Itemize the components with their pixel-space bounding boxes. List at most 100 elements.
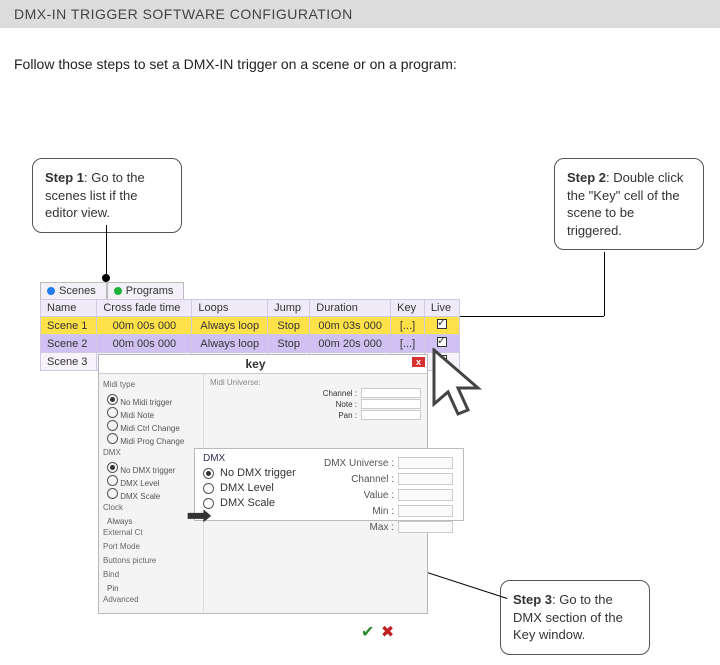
opt-label: No DMX trigger (120, 466, 175, 475)
field-label: Max : (370, 522, 394, 533)
checkbox-icon[interactable] (437, 319, 447, 329)
opt-pin[interactable]: Pin (103, 584, 199, 593)
field-input[interactable] (398, 473, 453, 485)
opt-label: Midi Note (120, 411, 154, 420)
cell-name: Scene 3 (41, 353, 97, 371)
cursor-icon (432, 348, 492, 428)
col-key[interactable]: Key (391, 300, 425, 317)
cell-duration: 00m 20s 000 (310, 335, 391, 353)
radio-icon (107, 475, 118, 486)
radio-midi-prg[interactable]: Midi Prog Change (103, 433, 199, 446)
radio-icon (107, 394, 118, 405)
opt-always[interactable]: Always (103, 517, 199, 526)
opt-label: No DMX trigger (220, 467, 296, 479)
leader-line (452, 316, 604, 317)
section-label: Advanced (103, 595, 199, 604)
radio-icon (107, 420, 118, 431)
radio-dmx-scale-small[interactable]: DMX Scale (103, 488, 199, 501)
field-label: Value : (364, 490, 394, 501)
cell-name: Scene 1 (41, 317, 97, 335)
col-jump[interactable]: Jump (268, 300, 310, 317)
cell-live[interactable] (424, 317, 459, 335)
field-label: Channel : (323, 389, 357, 398)
close-icon[interactable]: x (412, 357, 425, 367)
section-header: DMX-IN TRIGGER SOFTWARE CONFIGURATION (0, 0, 720, 28)
intro-text: Follow those steps to set a DMX-IN trigg… (0, 28, 720, 82)
field-input[interactable] (361, 410, 421, 420)
arrow-right-icon: ➡ (186, 500, 212, 531)
section-title: DMX-IN TRIGGER SOFTWARE CONFIGURATION (14, 6, 353, 22)
key-popup-title: key (245, 357, 265, 371)
opt-label: Pin (107, 584, 119, 593)
table-row[interactable]: Scene 2 00m 00s 000 Always loop Stop 00m… (41, 335, 460, 353)
col-crossfade[interactable]: Cross fade time (97, 300, 192, 317)
checkbox-icon[interactable] (437, 337, 447, 347)
section-label: Midi type (103, 380, 199, 389)
opt-label: Midi Prog Change (120, 437, 184, 446)
dot-icon (47, 287, 55, 295)
field-input[interactable] (398, 521, 453, 533)
dot-icon (114, 287, 122, 295)
dialog-buttons: ✔ ✖ (361, 622, 394, 642)
col-duration[interactable]: Duration (310, 300, 391, 317)
tab-programs-label: Programs (126, 285, 174, 297)
tab-programs[interactable]: Programs (107, 282, 185, 299)
key-popup-left: Midi type No Midi trigger Midi Note Midi… (99, 374, 204, 613)
cell-name: Scene 2 (41, 335, 97, 353)
cancel-button[interactable]: ✖ (381, 624, 394, 641)
field-input[interactable] (361, 388, 421, 398)
radio-icon (107, 462, 118, 473)
leader-line (604, 252, 605, 316)
radio-no-dmx-small[interactable]: No DMX trigger (103, 462, 199, 475)
section-label: Bind (103, 570, 199, 579)
callout-step1-label: Step 1 (45, 170, 84, 185)
field-input[interactable] (398, 489, 453, 501)
col-name[interactable]: Name (41, 300, 97, 317)
radio-icon (203, 468, 214, 479)
tab-scenes[interactable]: Scenes (40, 282, 107, 299)
opt-label: DMX Level (220, 482, 274, 494)
radio-icon (107, 407, 118, 418)
tab-scenes-label: Scenes (59, 285, 96, 297)
cell-loops: Always loop (192, 317, 268, 335)
opt-label: Always (107, 517, 132, 526)
section-label: External Ct (103, 528, 199, 537)
cell-duration: 00m 03s 000 (310, 317, 391, 335)
field-label: DMX Universe : (324, 458, 394, 469)
ok-button[interactable]: ✔ (361, 624, 374, 641)
opt-label: DMX Scale (220, 497, 275, 509)
cell-key[interactable]: [...] (391, 335, 425, 353)
field-input[interactable] (361, 399, 421, 409)
col-loops[interactable]: Loops (192, 300, 268, 317)
field-input[interactable] (398, 457, 453, 469)
callout-step3: Step 3: Go to the DMX section of the Key… (500, 580, 650, 655)
table-header-row: Name Cross fade time Loops Jump Duration… (41, 300, 460, 317)
dmx-fields: DMX Universe : Channel : Value : Min : M… (324, 453, 453, 537)
field-label: Note : (336, 400, 357, 409)
radio-icon (203, 483, 214, 494)
section-label: Buttons picture (103, 556, 199, 565)
field-input[interactable] (398, 505, 453, 517)
section-label: DMX (103, 448, 199, 457)
col-live[interactable]: Live (424, 300, 459, 317)
field-label: Pan : (338, 411, 357, 420)
radio-icon (107, 488, 118, 499)
radio-no-midi[interactable]: No Midi trigger (103, 394, 199, 407)
right-header: Midi Universe: (210, 378, 421, 387)
opt-label: Midi Ctrl Change (120, 424, 180, 433)
cell-key[interactable]: [...] (391, 317, 425, 335)
radio-midi-note[interactable]: Midi Note (103, 407, 199, 420)
cell-crossfade: 00m 00s 000 (97, 317, 192, 335)
tab-bar: Scenes Programs (40, 282, 460, 299)
cell-jump: Stop (268, 335, 310, 353)
callout-step2: Step 2: Double click the "Key" cell of t… (554, 158, 704, 250)
radio-icon (107, 433, 118, 444)
table-row[interactable]: Scene 1 00m 00s 000 Always loop Stop 00m… (41, 317, 460, 335)
opt-label: DMX Scale (120, 492, 160, 501)
opt-label: DMX Level (120, 479, 159, 488)
cell-loops: Always loop (192, 335, 268, 353)
callout-step1: Step 1: Go to the scenes list if the edi… (32, 158, 182, 233)
radio-midi-ctrl[interactable]: Midi Ctrl Change (103, 420, 199, 433)
dmx-panel: DMX No DMX trigger DMX Level DMX Scale D… (194, 448, 464, 521)
radio-dmx-level-small[interactable]: DMX Level (103, 475, 199, 488)
